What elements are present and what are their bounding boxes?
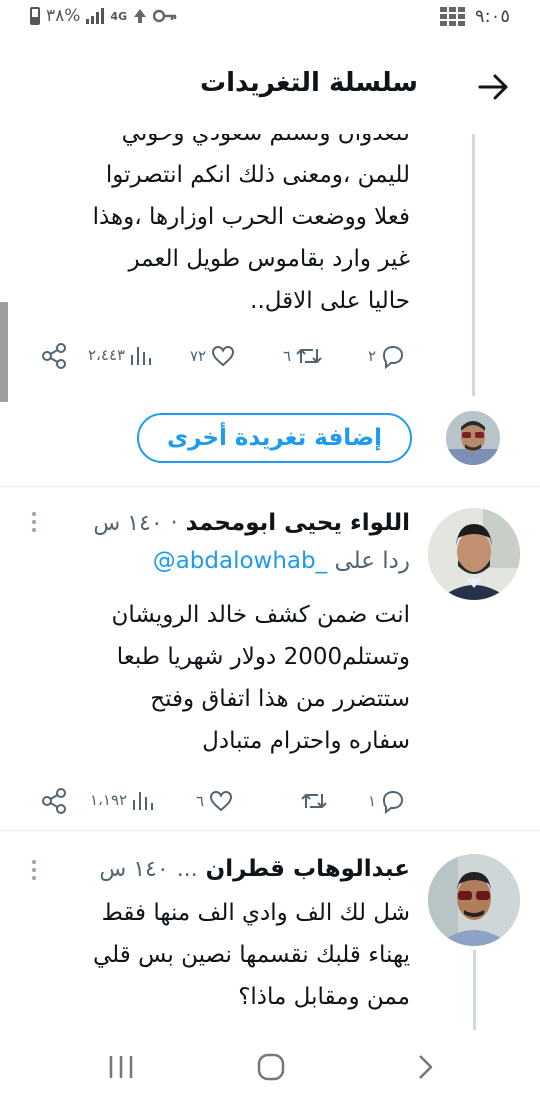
reply-count: ١ xyxy=(368,792,377,810)
status-left: ٣٨% 4G xyxy=(30,6,177,26)
arrow-right-icon[interactable] xyxy=(476,70,510,104)
like-count: ٧٢ xyxy=(190,347,207,365)
network-type: 4G xyxy=(110,9,128,23)
add-another-tweet-button[interactable]: إضافة تغريدة أخرى xyxy=(137,413,412,463)
user-photo xyxy=(428,508,520,600)
analytics-icon xyxy=(131,347,152,365)
tweet-time: ١٤٠ س xyxy=(99,856,169,882)
clock: ٩:٠٥ xyxy=(474,6,510,27)
tweet-time: ١٤٠ س xyxy=(93,510,163,536)
tweet-3-header: عبدالوهاب قطران ... ١٤٠ س xyxy=(99,856,410,882)
user-photo xyxy=(428,854,520,946)
share-icon xyxy=(42,343,66,369)
retweet-count: ٦ xyxy=(283,347,292,365)
avatar[interactable] xyxy=(428,854,520,946)
analytics-icon xyxy=(133,792,154,810)
reply-button[interactable]: ١ xyxy=(368,788,406,814)
divider xyxy=(0,830,540,831)
heart-icon xyxy=(210,790,233,812)
views-count: ٢،٤٤٣ xyxy=(88,346,126,364)
key-icon xyxy=(153,9,177,23)
system-navigation-bar xyxy=(0,1030,540,1110)
tweet-line: فعلا ووضعت الحرب اوزارها ،وهذا xyxy=(92,204,410,230)
avatar[interactable] xyxy=(446,411,500,465)
like-count: ٦ xyxy=(196,792,205,810)
tweet-2-header: اللواء يحيى ابومحمد · ١٤٠ س xyxy=(93,510,410,536)
user-photo xyxy=(446,411,500,465)
reply-count: ٢ xyxy=(368,347,377,365)
views-button[interactable]: ٢،٤٤٣ xyxy=(88,343,153,367)
reply-button[interactable]: ٢ xyxy=(368,343,406,369)
tweet-3-text[interactable]: شل لك الف وادي الف منها فقط يهناء قلبك ن… xyxy=(30,892,410,1018)
apps-grid-icon xyxy=(439,7,465,26)
reply-context: ردا على @abdalowhab_ xyxy=(153,548,410,574)
tweet-line: غير وارد بقاموس طويل العمر xyxy=(128,246,410,272)
status-right: ٩:٠٥ xyxy=(439,6,510,27)
top-app-bar: سلسلة التغريدات xyxy=(0,40,540,134)
heart-icon xyxy=(212,345,235,367)
author-name[interactable]: عبدالوهاب قطران xyxy=(206,856,410,882)
author-name[interactable]: اللواء يحيى ابومحمد xyxy=(186,510,410,536)
views-button[interactable]: ١،١٩٢ xyxy=(90,788,155,812)
retweet-icon xyxy=(301,794,327,808)
reply-prefix: ردا على xyxy=(334,548,410,574)
tweet-line: يهناء قلبك نقسمها نصين بس قلي xyxy=(92,942,410,968)
tweet-2-text[interactable]: انت ضمن كشف خالد الرويشان وتستلم2000 دول… xyxy=(30,594,410,762)
tweet-line: انت ضمن كشف خالد الرويشان xyxy=(111,602,410,628)
page-title: سلسلة التغريدات xyxy=(199,68,418,98)
retweet-button[interactable] xyxy=(296,788,328,814)
tweet-line: وتستلم2000 دولار شهريا طبعا xyxy=(116,644,410,670)
divider xyxy=(0,486,540,487)
tweet-line: ممن ومقابل ماذا؟ xyxy=(238,984,410,1010)
like-button[interactable]: ٦ xyxy=(196,788,234,814)
tweet-1[interactable]: للعدوان وتسلم سعودي وحوثي لليمن ،ومعنى ذ… xyxy=(0,134,540,334)
retweet-icon xyxy=(296,349,322,363)
battery-icon xyxy=(30,7,40,25)
like-button[interactable]: ٧٢ xyxy=(190,343,236,369)
recycle-icon xyxy=(134,9,147,23)
recent-apps-icon[interactable] xyxy=(106,1052,136,1082)
name-ellipsis: ... xyxy=(176,856,198,882)
status-bar: ٣٨% 4G ٩:٠٥ xyxy=(0,0,540,40)
more-options-icon[interactable] xyxy=(30,860,38,884)
tweet-line: للعدوان وتسلم سعودي وحوثي xyxy=(30,134,410,154)
retweet-button[interactable]: ٦ xyxy=(283,343,323,369)
battery-percent: ٣٨% xyxy=(46,6,81,26)
reply-icon xyxy=(383,790,404,814)
reply-icon xyxy=(383,345,404,369)
reply-handle-link[interactable]: @abdalowhab_ xyxy=(153,548,327,574)
separator-dot: · xyxy=(170,510,178,536)
share-button[interactable] xyxy=(40,343,68,369)
tweet-line: ستتضرر من هذا اتفاق وفتح xyxy=(150,686,410,712)
share-button[interactable] xyxy=(40,788,68,814)
back-chevron-icon[interactable] xyxy=(410,1052,440,1082)
tweet-1-text: للعدوان وتسلم سعودي وحوثي لليمن ،ومعنى ذ… xyxy=(30,134,410,322)
home-icon[interactable] xyxy=(256,1052,286,1082)
views-count: ١،١٩٢ xyxy=(90,791,128,809)
tweet-line: حاليا على الاقل.. xyxy=(250,288,410,314)
thread-line xyxy=(473,950,476,1030)
avatar[interactable] xyxy=(428,508,520,600)
tweet-line: سفاره واحترام متبادل xyxy=(202,728,410,754)
tweet-line: لليمن ،ومعنى ذلك انكم انتصرتوا xyxy=(105,162,410,188)
signal-icon xyxy=(86,8,105,24)
tweet-line: شل لك الف وادي الف منها فقط xyxy=(101,900,410,926)
share-icon xyxy=(42,788,66,814)
more-options-icon[interactable] xyxy=(30,512,38,536)
